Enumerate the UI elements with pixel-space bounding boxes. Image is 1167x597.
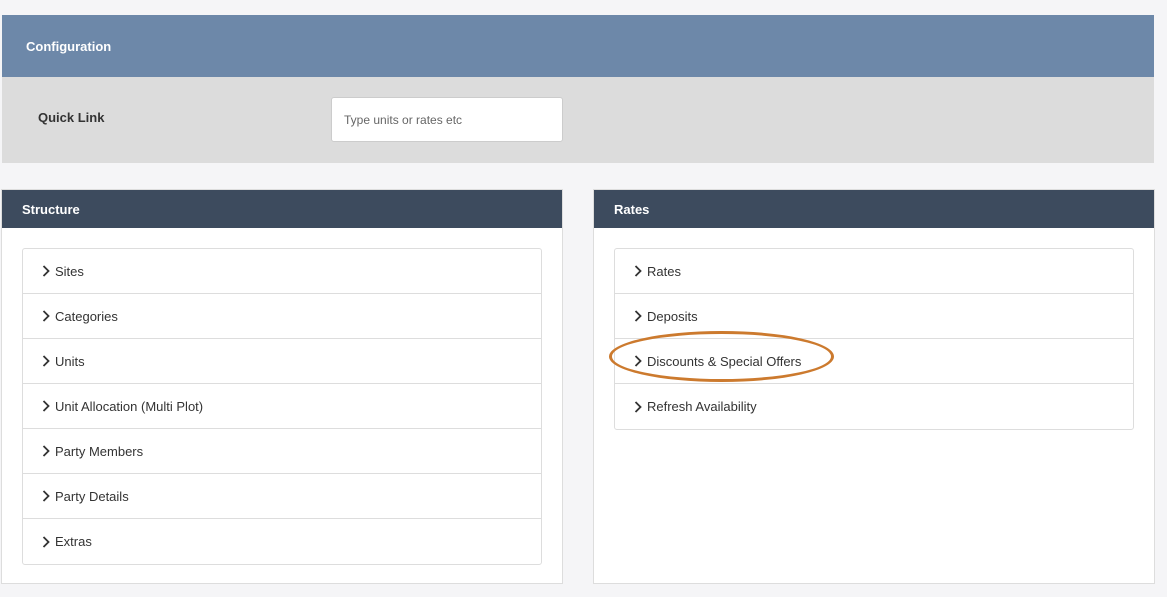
rates-header: Rates: [594, 190, 1154, 228]
quick-link-input[interactable]: [331, 97, 563, 142]
chevron-right-icon: [42, 535, 52, 548]
structure-list: Sites Categories Units Unit Allocation (…: [22, 248, 542, 565]
rates-item-label: Rates: [647, 263, 681, 279]
rates-list: Rates Deposits Discounts & Special Offer…: [614, 248, 1134, 430]
structure-item-party-details[interactable]: Party Details: [23, 474, 541, 519]
structure-item-label: Categories: [55, 308, 118, 324]
rates-item-deposits[interactable]: Deposits: [615, 294, 1133, 339]
structure-item-extras[interactable]: Extras: [23, 519, 541, 564]
structure-item-unit-allocation[interactable]: Unit Allocation (Multi Plot): [23, 384, 541, 429]
configuration-panel: Configuration Quick Link: [2, 15, 1154, 163]
structure-item-label: Extras: [55, 534, 92, 549]
chevron-right-icon: [42, 310, 52, 322]
structure-item-units[interactable]: Units: [23, 339, 541, 384]
chevron-right-icon: [634, 310, 644, 322]
structure-item-label: Party Members: [55, 443, 144, 459]
configuration-header: Configuration: [2, 15, 1154, 77]
chevron-right-icon: [634, 400, 644, 413]
chevron-right-icon: [634, 265, 644, 277]
rates-item-rates[interactable]: Rates: [615, 249, 1133, 294]
rates-item-discounts-special-offers[interactable]: Discounts & Special Offers: [615, 339, 1133, 384]
rates-item-label: Deposits: [647, 308, 698, 324]
structure-item-label: Party Details: [55, 488, 129, 504]
rates-item-label: Discounts & Special Offers: [647, 353, 802, 369]
structure-item-label: Units: [55, 353, 85, 369]
chevron-right-icon: [42, 445, 52, 457]
quick-link-label: Quick Link: [38, 110, 105, 125]
rates-item-label: Refresh Availability: [647, 399, 757, 414]
configuration-title: Configuration: [26, 38, 112, 54]
chevron-right-icon: [42, 265, 52, 277]
quick-link-row: Quick Link: [2, 77, 1154, 163]
rates-item-refresh-availability[interactable]: Refresh Availability: [615, 384, 1133, 429]
structure-header: Structure: [2, 190, 562, 228]
chevron-right-icon: [42, 490, 52, 502]
structure-item-label: Unit Allocation (Multi Plot): [55, 398, 204, 414]
chevron-right-icon: [42, 400, 52, 412]
structure-item-categories[interactable]: Categories: [23, 294, 541, 339]
structure-item-sites[interactable]: Sites: [23, 249, 541, 294]
structure-item-label: Sites: [55, 263, 84, 279]
rates-title: Rates: [614, 201, 650, 217]
structure-title: Structure: [22, 201, 80, 217]
structure-panel: Structure Sites Categories Units Unit Al…: [1, 189, 563, 584]
chevron-right-icon: [42, 355, 52, 367]
rates-panel: Rates Rates Deposits Discounts & Special…: [593, 189, 1155, 584]
structure-item-party-members[interactable]: Party Members: [23, 429, 541, 474]
chevron-right-icon: [634, 355, 644, 367]
